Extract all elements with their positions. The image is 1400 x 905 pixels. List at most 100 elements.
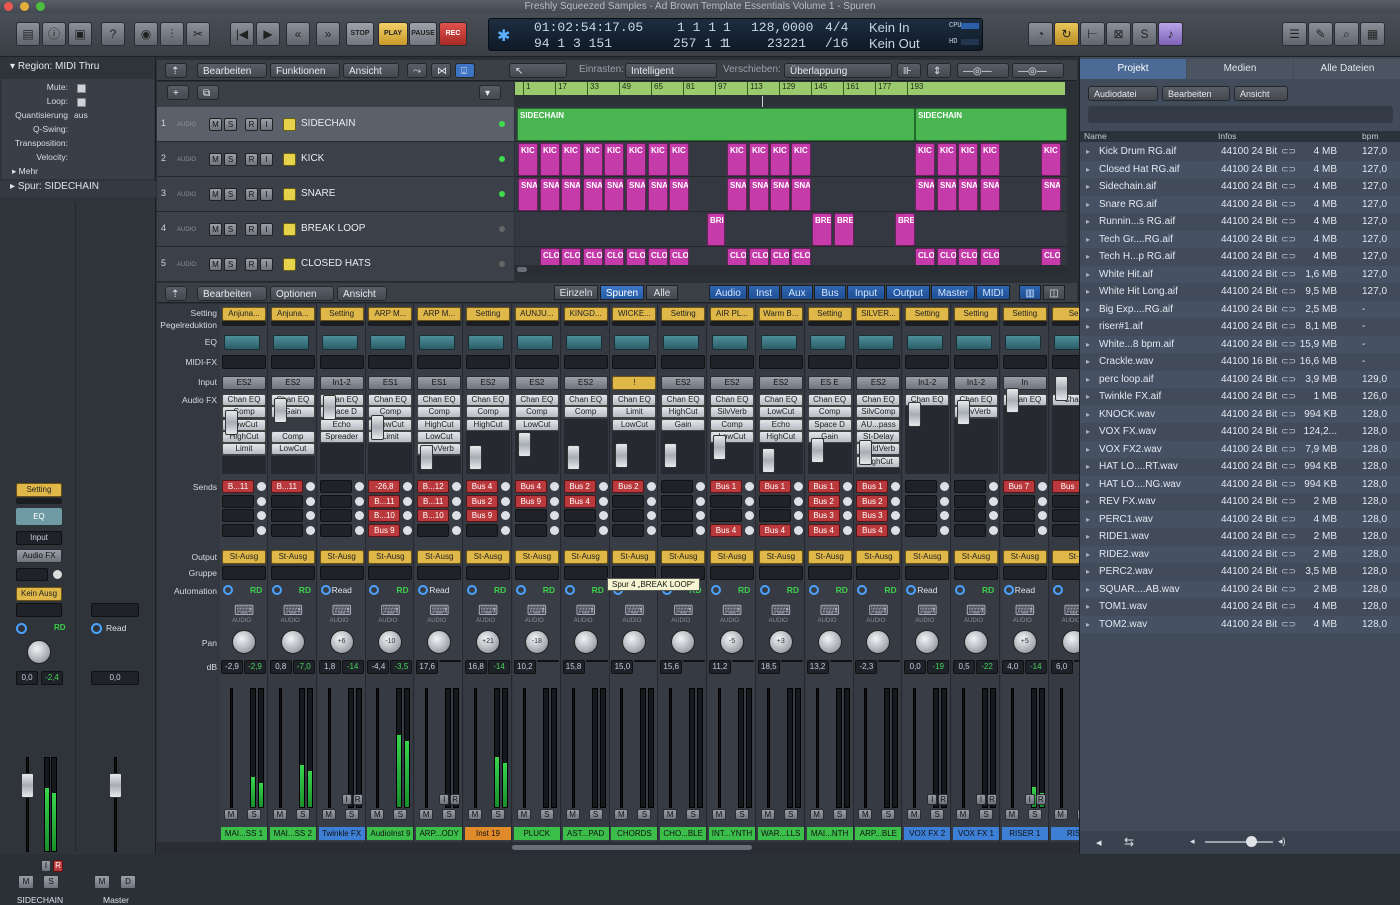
- track-input-monitor-button[interactable]: I: [260, 258, 273, 271]
- pan-knob[interactable]: -18: [524, 630, 549, 654]
- send-level-knob-icon[interactable]: [793, 482, 803, 491]
- volume-fader[interactable]: [1005, 388, 1019, 413]
- strip-send-slot[interactable]: B...11: [222, 480, 254, 493]
- strip-setting-button[interactable]: Setting: [319, 307, 364, 321]
- inspector-send-slot[interactable]: [16, 568, 48, 581]
- preview-volume-slider[interactable]: [1205, 841, 1273, 843]
- send-level-knob-icon[interactable]: [696, 511, 706, 521]
- strip-output-slot[interactable]: St-Ausg: [954, 550, 998, 564]
- solo-button[interactable]: S: [930, 809, 945, 820]
- strip-output-slot[interactable]: St-Ausg: [417, 550, 462, 564]
- strip-input-slot[interactable]: ES1: [417, 376, 462, 390]
- disclosure-right-icon[interactable]: ▸: [1086, 563, 1090, 581]
- strip-output-slot[interactable]: St-Ausg: [905, 550, 950, 564]
- mute-button[interactable]: M: [321, 809, 336, 820]
- mute-button[interactable]: M: [419, 809, 434, 820]
- send-level-knob-icon[interactable]: [989, 511, 998, 521]
- channel-name[interactable]: ARP...ODY: [416, 827, 463, 840]
- strip-eq-thumbnail[interactable]: [370, 335, 407, 350]
- strip-send-slot[interactable]: [319, 494, 352, 508]
- record-button[interactable]: REC: [439, 22, 467, 46]
- input-monitor-button[interactable]: I: [927, 794, 938, 805]
- strip-send-slot[interactable]: [319, 480, 352, 493]
- pan-knob[interactable]: [817, 630, 842, 654]
- send-level-knob-icon[interactable]: [1037, 496, 1047, 506]
- volume-fader[interactable]: [810, 438, 824, 463]
- strip-automation-mode[interactable]: RD: [884, 585, 896, 595]
- strip-send-slot[interactable]: B...10: [417, 509, 450, 523]
- file-browser-icon[interactable]: ▦: [1360, 22, 1385, 46]
- solo-button[interactable]: S: [637, 809, 652, 820]
- channel-name[interactable]: AudioInst 9: [367, 827, 414, 840]
- volume-fader[interactable]: [1054, 376, 1068, 401]
- strip-send-slot[interactable]: Bus 1: [807, 480, 840, 493]
- channel-name[interactable]: CHO...BLE: [660, 827, 707, 840]
- strip-automation-mode[interactable]: RD: [738, 585, 750, 595]
- mixer-scroll-thumb[interactable]: [512, 845, 752, 850]
- toolbar-icon[interactable]: ▣: [68, 22, 92, 46]
- region[interactable]: CLO: [604, 248, 624, 265]
- strip-input-slot[interactable]: ES2: [466, 376, 510, 390]
- strip-send-slot[interactable]: [905, 509, 938, 523]
- track-solo-button[interactable]: S: [224, 188, 237, 201]
- automation-power-icon[interactable]: [418, 585, 429, 595]
- minimize-window-button[interactable]: [20, 2, 29, 11]
- track-input-monitor-button[interactable]: I: [260, 153, 273, 166]
- strip-audiofx-slot[interactable]: Gain: [661, 418, 706, 431]
- send-level-knob-icon[interactable]: [549, 496, 559, 506]
- volume-value[interactable]: 0,5: [953, 660, 975, 674]
- mixer-icon[interactable]: ⫶: [160, 22, 184, 46]
- track-solo-button[interactable]: S: [224, 223, 237, 236]
- stop-button[interactable]: STOP: [346, 22, 374, 46]
- channel-name[interactable]: Inst 19: [465, 827, 511, 840]
- strip-group-slot[interactable]: [856, 566, 901, 580]
- send-level-knob-icon[interactable]: [598, 511, 608, 521]
- strip-midifx-slot[interactable]: [856, 355, 901, 369]
- strip-audiofx-slot[interactable]: Limit: [612, 406, 657, 419]
- region[interactable]: KIC: [648, 143, 668, 176]
- solo-button[interactable]: S: [393, 809, 408, 820]
- record-enable-button[interactable]: R: [450, 794, 461, 805]
- tracks-functions-menu[interactable]: Funktionen: [270, 63, 340, 78]
- disclosure-right-icon[interactable]: ▸: [1086, 476, 1090, 494]
- strip-send-slot[interactable]: [905, 480, 938, 493]
- region[interactable]: CLO: [980, 248, 1000, 265]
- track-input-monitor-button[interactable]: I: [260, 223, 273, 236]
- mute-button[interactable]: M: [858, 809, 873, 820]
- send-level-knob-icon[interactable]: [549, 511, 559, 521]
- channel-name[interactable]: Twinkle FX: [318, 827, 365, 840]
- pan-knob[interactable]: +3: [768, 630, 793, 654]
- send-level-knob-icon[interactable]: [501, 496, 510, 506]
- region[interactable]: KIC: [540, 143, 560, 176]
- strip-output-slot[interactable]: St-Ausg: [612, 550, 657, 564]
- send-level-knob-icon[interactable]: [305, 511, 315, 521]
- record-enable-button[interactable]: R: [987, 794, 997, 805]
- region[interactable]: SIDECHAIN: [517, 108, 915, 141]
- strip-group-slot[interactable]: [905, 566, 950, 580]
- file-row[interactable]: ▸ riser#1.aif 44100 24 Bit ⊂⊃ 8,1 MB -: [1080, 318, 1400, 336]
- file-row[interactable]: ▸ Tech Gr....RG.aif 44100 24 Bit ⊂⊃ 4 MB 127,…: [1080, 230, 1400, 248]
- channel-name[interactable]: WAR...LLS: [757, 827, 804, 840]
- filter-input[interactable]: Input: [847, 285, 885, 300]
- channel-name[interactable]: INT...YNTH: [709, 827, 755, 840]
- send-level-knob-icon[interactable]: [745, 526, 754, 536]
- track-power-icon[interactable]: [283, 188, 296, 201]
- region[interactable]: BRI: [707, 213, 725, 246]
- strip-automation-mode[interactable]: Read: [917, 585, 937, 595]
- region[interactable]: SNA: [727, 178, 747, 211]
- volume-fader[interactable]: [517, 432, 531, 457]
- disclosure-right-icon[interactable]: ▸: [1086, 616, 1090, 634]
- strip-send-slot[interactable]: [661, 509, 694, 523]
- strip-send-slot[interactable]: B...10: [368, 509, 401, 523]
- inspector-automation-mode[interactable]: RD: [54, 623, 66, 632]
- track-input-monitor-button[interactable]: I: [260, 188, 273, 201]
- wide-view-icon[interactable]: ◫: [1043, 285, 1065, 300]
- strip-audiofx-slot[interactable]: Chan EQ: [563, 394, 608, 406]
- disclosure-right-icon[interactable]: ▸: [1086, 196, 1090, 214]
- track-mute-button[interactable]: M: [209, 223, 222, 236]
- strip-eq-thumbnail[interactable]: [809, 335, 846, 350]
- region[interactable]: SNA: [980, 178, 1000, 211]
- pan-knob[interactable]: +6: [329, 630, 354, 654]
- send-level-knob-icon[interactable]: [549, 526, 559, 536]
- strip-send-slot[interactable]: [319, 524, 352, 538]
